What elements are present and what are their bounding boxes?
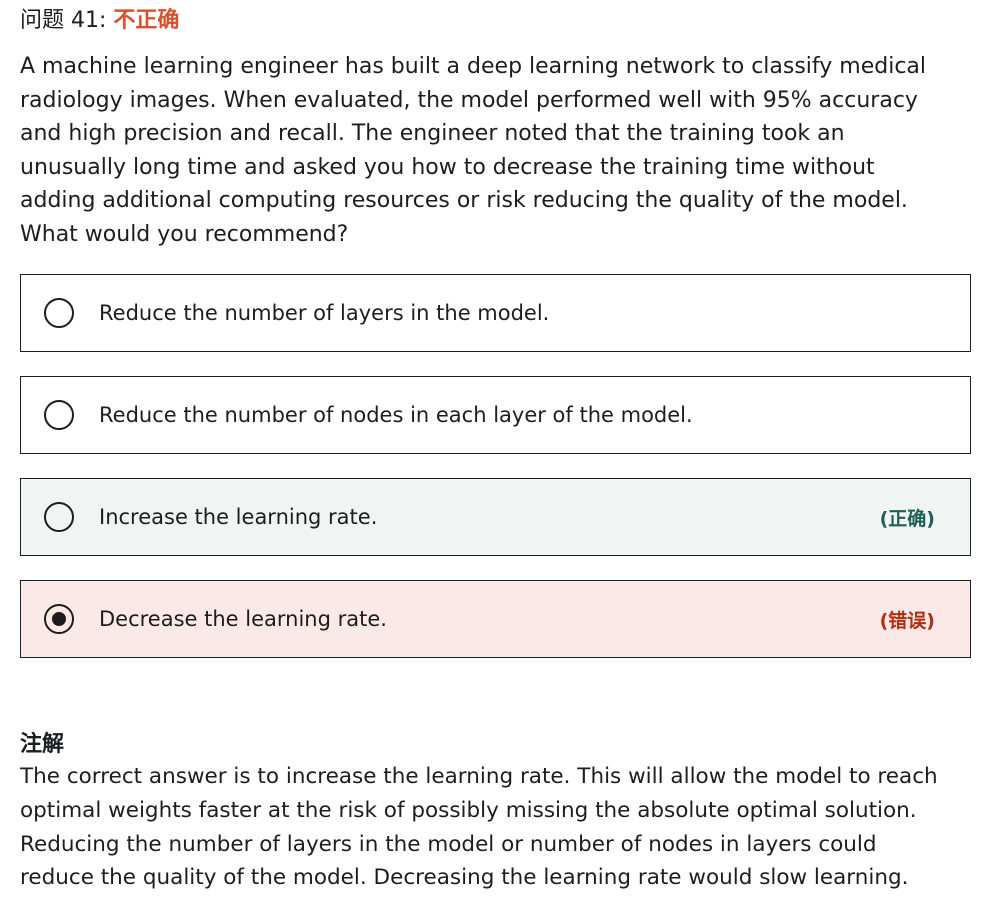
radio-empty-icon[interactable] <box>44 298 74 328</box>
answer-option-1[interactable]: Reduce the number of layers in the model… <box>20 274 971 352</box>
question-text: A machine learning engineer has built a … <box>20 54 927 247</box>
question-number: 问题 41: <box>20 8 107 33</box>
question-header: 问题 41: 不正确 <box>20 6 179 36</box>
radio-selected-icon[interactable] <box>44 604 74 634</box>
explanation-text: The correct answer is to increase the le… <box>20 764 938 891</box>
answer-option-label: Increase the learning rate. <box>99 505 378 529</box>
correct-badge: (正确) <box>879 507 935 530</box>
answer-option-label: Reduce the number of layers in the model… <box>99 301 550 325</box>
answer-option-2[interactable]: Reduce the number of nodes in each layer… <box>20 376 971 454</box>
radio-empty-icon[interactable] <box>44 502 74 532</box>
wrong-badge: (错误) <box>879 609 935 632</box>
answer-option-4[interactable]: Decrease the learning rate. (错误) <box>20 580 971 658</box>
answer-option-3[interactable]: Increase the learning rate. (正确) <box>20 478 971 556</box>
answer-option-label: Decrease the learning rate. <box>99 607 387 631</box>
radio-empty-icon[interactable] <box>44 400 74 430</box>
answer-option-label: Reduce the number of nodes in each layer… <box>99 403 693 427</box>
answer-options: Reduce the number of layers in the model… <box>20 274 971 682</box>
explanation-title: 注解 <box>20 732 65 757</box>
result-label: 不正确 <box>113 8 180 33</box>
radio-dot <box>52 612 66 626</box>
